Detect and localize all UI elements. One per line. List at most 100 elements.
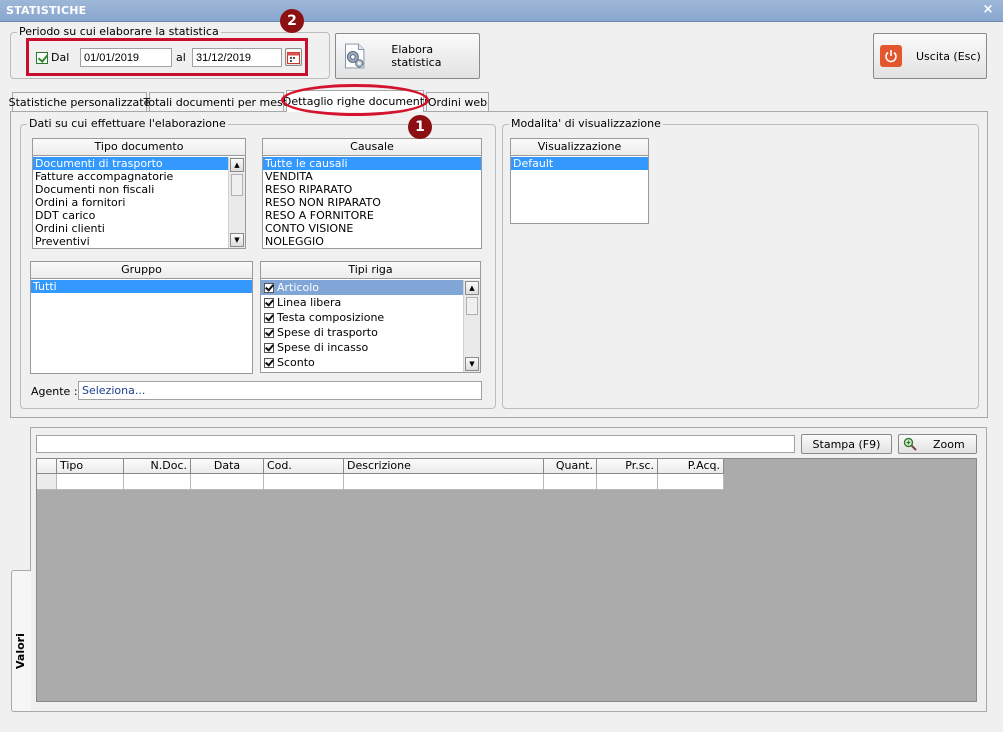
zoom-icon (903, 437, 917, 451)
scroll-up-icon[interactable]: ▲ (230, 158, 244, 172)
agente-label: Agente : (31, 385, 78, 398)
gruppo-list[interactable]: Gruppo Tutti (30, 261, 253, 374)
close-icon[interactable]: × (981, 2, 995, 17)
grid-cell[interactable] (264, 474, 344, 490)
zoom-label: Zoom (933, 437, 965, 451)
stampa-button[interactable]: Stampa (F9) (801, 434, 892, 454)
tipi-riga-header: Tipi riga (261, 262, 480, 279)
zoom-button[interactable]: Zoom (898, 434, 977, 454)
list-item[interactable]: Tutte le causali (263, 157, 481, 170)
checkbox[interactable] (264, 282, 274, 293)
grid-cell[interactable] (544, 474, 597, 490)
dati-legend: Dati su cui effettuare l'elaborazione (27, 117, 228, 130)
list-item-label: Linea libera (277, 296, 342, 309)
list-item[interactable]: RESO RIPARATO (263, 183, 481, 196)
column-header-descrizione[interactable]: Descrizione (344, 459, 544, 474)
tipo-documento-header: Tipo documento (33, 139, 245, 156)
grid-cell[interactable] (191, 474, 264, 490)
dal-checkbox-row[interactable]: Dal (36, 51, 69, 64)
grid-cell[interactable] (658, 474, 724, 490)
list-item[interactable]: DDT carico (33, 209, 228, 222)
list-item[interactable]: Testa composizione (261, 310, 463, 325)
checkbox[interactable] (264, 342, 274, 353)
title-bar: STATISTICHE × (0, 0, 1003, 22)
gruppo-header: Gruppo (31, 262, 252, 279)
list-item[interactable]: Spese di trasporto (261, 325, 463, 340)
tipi-riga-scrollbar[interactable]: ▲ ▼ (463, 280, 480, 372)
uscita-label: Uscita (Esc) (916, 49, 981, 63)
column-header-cod[interactable]: Cod. (264, 459, 344, 474)
scroll-thumb[interactable] (466, 297, 478, 315)
list-item[interactable]: Ordini clienti (33, 222, 228, 235)
scroll-up-icon[interactable]: ▲ (465, 281, 479, 295)
grid-cell[interactable] (57, 474, 124, 490)
valori-grid[interactable]: Tipo N.Doc. Data Cod. Descrizione Quant.… (36, 458, 977, 702)
valori-side-tab-label: Valori (14, 633, 27, 669)
grid-corner (37, 459, 57, 474)
visualizzazione-list[interactable]: Visualizzazione Default (510, 138, 649, 224)
uscita-button[interactable]: Uscita (Esc) (873, 33, 987, 79)
date-from-input[interactable] (80, 48, 172, 67)
window-title: STATISTICHE (6, 4, 87, 17)
list-item[interactable]: NOLEGGIO (263, 235, 481, 248)
column-header-ndoc[interactable]: N.Doc. (124, 459, 191, 474)
visualizzazione-header: Visualizzazione (511, 139, 648, 156)
gear-document-icon (345, 43, 365, 69)
agente-field[interactable]: Seleziona... (78, 381, 482, 400)
scroll-down-icon[interactable]: ▼ (230, 233, 244, 247)
list-item[interactable]: RESO A FORNITORE (263, 209, 481, 222)
column-header-data[interactable]: Data (191, 459, 264, 474)
checkbox[interactable] (264, 297, 274, 308)
elabora-statistica-label: Elabora statistica (391, 43, 442, 69)
tipo-documento-list[interactable]: Tipo documento Documenti di trasporto Fa… (32, 138, 246, 249)
list-item[interactable]: Linea libera (261, 295, 463, 310)
scroll-down-icon[interactable]: ▼ (465, 357, 479, 371)
list-item[interactable]: Preventivi (33, 235, 228, 248)
al-label: al (176, 51, 186, 64)
list-item[interactable]: VENDITA (263, 170, 481, 183)
calendar-button[interactable] (285, 48, 302, 66)
list-item[interactable]: RESO NON RIPARATO (263, 196, 481, 209)
date-to-input[interactable] (192, 48, 282, 67)
list-item[interactable]: Documenti non fiscali (33, 183, 228, 196)
modalita-legend: Modalita' di visualizzazione (509, 117, 663, 130)
causale-list[interactable]: Causale Tutte le causali VENDITA RESO RI… (262, 138, 482, 249)
list-item[interactable]: Default (511, 157, 648, 170)
column-header-tipo[interactable]: Tipo (57, 459, 124, 474)
tab-ordini-web[interactable]: Ordini web (426, 92, 489, 112)
tab-statistiche-personalizzate[interactable]: Statistiche personalizzate (9, 92, 150, 112)
valori-side-tab[interactable]: Valori (11, 570, 31, 712)
column-header-prsc[interactable]: Pr.sc. (597, 459, 658, 474)
column-header-pacq[interactable]: P.Acq. (658, 459, 724, 474)
period-legend: Periodo su cui elaborare la statistica (17, 25, 221, 38)
grid-cell[interactable] (344, 474, 544, 490)
list-item[interactable]: Tutti (31, 280, 252, 293)
list-item[interactable]: CONTO VISIONE (263, 222, 481, 235)
elabora-statistica-button[interactable]: Elabora statistica (335, 33, 480, 79)
tipo-documento-scrollbar[interactable]: ▲ ▼ (228, 157, 245, 248)
list-item[interactable]: Fatture accompagnatorie (33, 170, 228, 183)
list-item[interactable]: Documenti di trasporto (33, 157, 228, 170)
list-item[interactable]: Articolo (261, 280, 463, 295)
checkbox[interactable] (264, 327, 274, 338)
grid-cell[interactable] (124, 474, 191, 490)
list-item[interactable]: Spese di incasso (261, 340, 463, 355)
list-item[interactable]: Sconto (261, 355, 463, 370)
dal-checkbox[interactable] (36, 51, 48, 64)
scroll-thumb[interactable] (231, 174, 243, 196)
tipi-riga-list[interactable]: Tipi riga Articolo Linea libera Testa co… (260, 261, 481, 373)
list-item[interactable]: Ordini a fornitori (33, 196, 228, 209)
row-selector[interactable] (37, 474, 57, 490)
tab-totali-documenti[interactable]: Totali documenti per mese (143, 92, 290, 112)
list-item-label: Sconto (277, 356, 315, 369)
checkbox[interactable] (264, 312, 274, 323)
valori-filter-input[interactable] (36, 435, 795, 453)
list-item-label: Spese di trasporto (277, 326, 378, 339)
dal-label: Dal (51, 51, 70, 64)
calendar-icon (287, 51, 300, 64)
list-item-label: Articolo (277, 281, 319, 294)
tab-highlight-ellipse (281, 84, 429, 116)
grid-cell[interactable] (597, 474, 658, 490)
column-header-quant[interactable]: Quant. (544, 459, 597, 474)
checkbox[interactable] (264, 357, 274, 368)
